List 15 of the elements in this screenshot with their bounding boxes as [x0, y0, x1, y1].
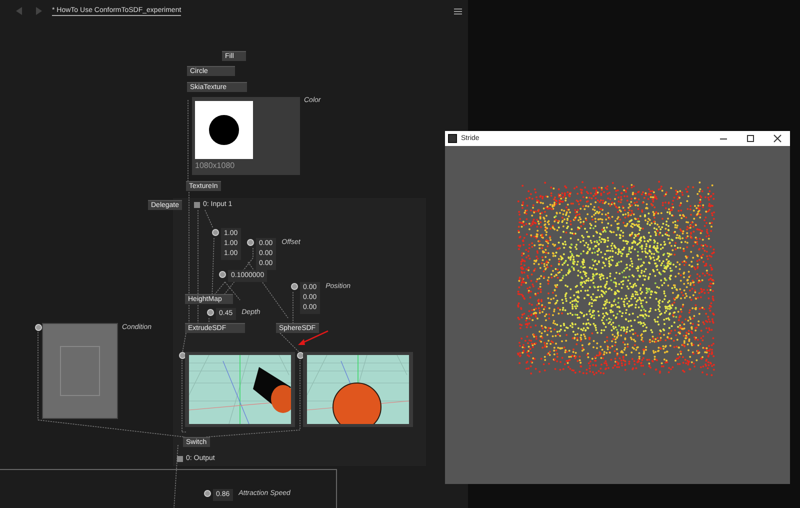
maximize-icon[interactable] [746, 134, 755, 143]
inner-rectangle [60, 346, 100, 396]
app-icon [448, 134, 457, 143]
wire [174, 444, 178, 508]
pointer-arrow-icon [298, 330, 328, 345]
circle-texture-drawing [195, 101, 253, 159]
wire [204, 210, 214, 228]
input-pin-icon[interactable] [35, 324, 42, 331]
wire [208, 318, 210, 324]
wire [188, 304, 190, 324]
wire [292, 292, 294, 324]
menu-icon[interactable] [454, 8, 462, 14]
input-pin-icon[interactable] [204, 490, 211, 497]
close-icon[interactable] [773, 134, 782, 143]
texture-size-label: 1080x1080 [195, 161, 235, 170]
